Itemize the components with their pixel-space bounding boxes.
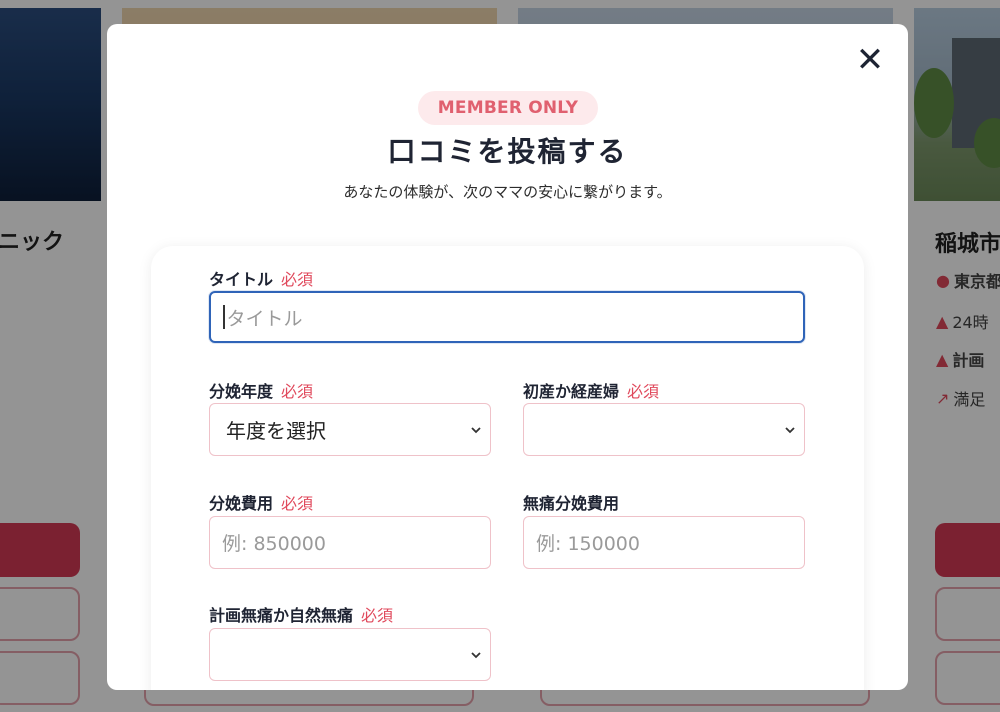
required-mark: 必須 (627, 382, 660, 401)
parity-label: 初産か経産婦 必須 (523, 378, 659, 402)
review-modal: ✕ MEMBER ONLY 口コミを投稿する あなたの体験が、次のママの安心に繋… (107, 24, 908, 690)
modal-subtitle: あなたの体験が、次のママの安心に繋がります。 (343, 183, 672, 201)
chevron-down-icon (471, 426, 481, 433)
chevron-down-icon (471, 651, 481, 658)
delivery-year-label: 分娩年度 必須 (209, 378, 313, 402)
painless-cost-input[interactable]: 例: 150000 (523, 516, 805, 569)
parity-select[interactable] (523, 403, 805, 456)
painless-cost-label: 無痛分娩費用 (523, 494, 620, 513)
required-mark: 必須 (281, 270, 314, 289)
chevron-down-icon (785, 426, 795, 433)
required-mark: 必須 (281, 382, 314, 401)
delivery-cost-label: 分娩費用 必須 (209, 490, 313, 514)
painless-type-select[interactable] (209, 628, 491, 681)
title-label: タイトル 必須 (209, 266, 313, 290)
delivery-cost-input[interactable]: 例: 850000 (209, 516, 491, 569)
modal-title: 口コミを投稿する (387, 135, 628, 168)
required-mark: 必須 (281, 494, 314, 513)
member-only-badge: MEMBER ONLY (418, 91, 598, 125)
close-icon[interactable]: ✕ (856, 43, 885, 77)
delivery-year-select[interactable]: 年度を選択 (209, 403, 491, 456)
title-input[interactable]: タイトル (209, 291, 805, 343)
painless-type-label: 計画無痛か自然無痛 必須 (209, 602, 393, 626)
required-mark: 必須 (361, 606, 394, 625)
text-caret (223, 305, 225, 329)
review-form: タイトル 必須 タイトル 分娩年度 必須 年度を選択 初産か経産婦 必須 分娩費… (151, 246, 864, 690)
